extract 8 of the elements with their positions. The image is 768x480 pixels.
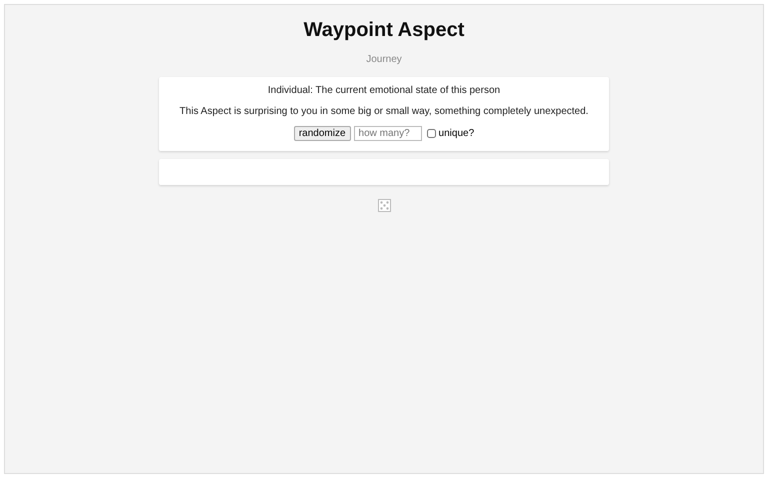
- unique-label: unique?: [438, 128, 474, 139]
- randomize-button[interactable]: randomize: [294, 126, 351, 141]
- page-subtitle: Journey: [366, 54, 402, 65]
- page-title: Waypoint Aspect: [304, 19, 464, 42]
- aspect-description: This Aspect is surprising to you in some big or small way, something completely unexpected.: [180, 106, 588, 117]
- aspect-heading: Individual: The current emotional state of this person: [268, 85, 500, 96]
- unique-checkbox[interactable]: [426, 129, 436, 138]
- count-field[interactable]: how many?: [354, 126, 422, 141]
